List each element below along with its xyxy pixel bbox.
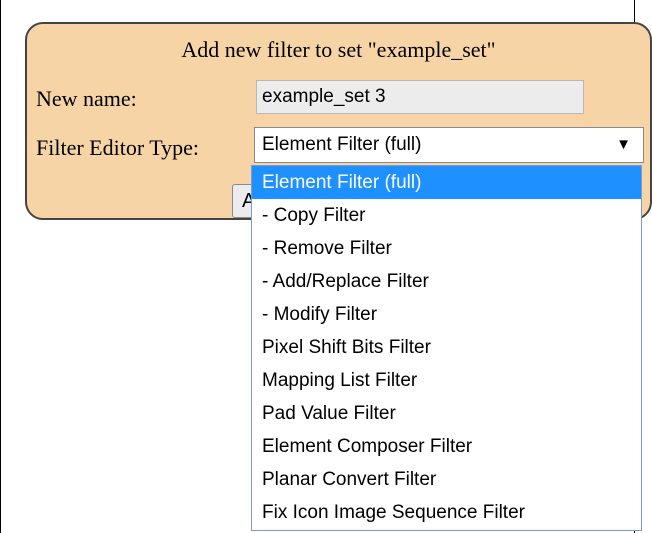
dropdown-option[interactable]: - Add/Replace Filter bbox=[252, 265, 641, 298]
dropdown-option[interactable]: - Copy Filter bbox=[252, 199, 641, 232]
filter-type-dropdown-list[interactable]: Element Filter (full) - Copy Filter - Remo… bbox=[251, 165, 642, 531]
new-name-label: New name: bbox=[36, 86, 137, 111]
dropdown-option[interactable]: - Remove Filter bbox=[252, 232, 641, 265]
dropdown-option[interactable]: Element Filter (full) bbox=[252, 166, 641, 199]
panel-title: Add new filter to set "example_set" bbox=[181, 37, 496, 62]
caret-down-icon: ▼ bbox=[616, 136, 631, 153]
dropdown-option[interactable]: Element Composer Filter bbox=[252, 430, 641, 463]
dropdown-option[interactable]: Pixel Shift Bits Filter bbox=[252, 331, 641, 364]
filter-editor-type-select[interactable]: Element Filter (full) ▼ bbox=[254, 127, 644, 163]
dropdown-option[interactable]: Pad Value Filter bbox=[252, 397, 641, 430]
dropdown-option[interactable]: Fix Icon Image Sequence Filter bbox=[252, 496, 641, 529]
dropdown-option[interactable]: Planar Convert Filter bbox=[252, 463, 641, 496]
dropdown-option[interactable]: Mapping List Filter bbox=[252, 364, 641, 397]
filter-editor-type-label: Filter Editor Type: bbox=[36, 135, 200, 160]
new-name-input[interactable]: example_set 3 bbox=[256, 80, 584, 114]
dropdown-option[interactable]: - Modify Filter bbox=[252, 298, 641, 331]
filter-editor-type-value: Element Filter (full) bbox=[262, 134, 422, 155]
